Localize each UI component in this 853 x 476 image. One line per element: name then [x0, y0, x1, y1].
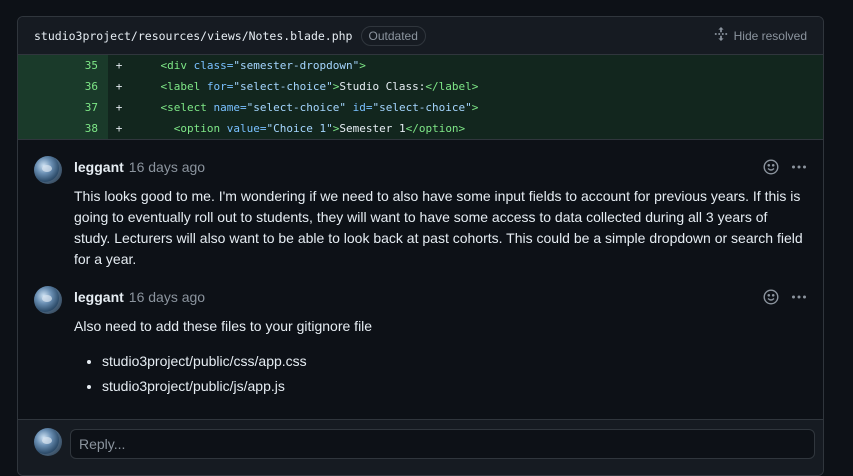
- comment: leggant 16 days ago: [18, 139, 823, 282]
- smiley-icon[interactable]: [763, 289, 779, 305]
- comment-timestamp[interactable]: 16 days ago: [129, 289, 205, 305]
- comment-text: This looks good to me. I'm wondering if …: [74, 188, 803, 267]
- added-sign: +: [115, 122, 123, 135]
- comment-author[interactable]: leggant: [74, 159, 124, 175]
- hide-resolved-button[interactable]: Hide resolved: [714, 27, 807, 44]
- line-number[interactable]: 35: [18, 55, 108, 76]
- comment-body: This looks good to me. I'm wondering if …: [74, 186, 807, 270]
- list-item: studio3project/public/css/app.css: [102, 351, 803, 372]
- code-line: <div class="semester-dropdown">: [160, 59, 366, 72]
- diff-line: 36 + <label for="select-choice">Studio C…: [18, 76, 823, 97]
- comment-body: Also need to add these files to your git…: [74, 316, 807, 397]
- line-number[interactable]: 38: [18, 118, 108, 139]
- comment: leggant 16 days ago: [18, 282, 823, 413]
- kebab-horizontal-icon[interactable]: [791, 159, 807, 175]
- smiley-icon[interactable]: [763, 159, 779, 175]
- list-item: studio3project/public/js/app.js: [102, 376, 803, 397]
- reply-input[interactable]: Reply...: [70, 429, 815, 459]
- avatar: [34, 428, 62, 456]
- diff-line: 35 + <div class="semester-dropdown">: [18, 55, 823, 76]
- line-number[interactable]: 36: [18, 76, 108, 97]
- comment-actions: [763, 289, 807, 305]
- comment-text: Also need to add these files to your git…: [74, 318, 373, 334]
- added-sign: +: [115, 101, 123, 114]
- added-sign: +: [115, 59, 123, 72]
- kebab-horizontal-icon[interactable]: [791, 289, 807, 305]
- comment-author[interactable]: leggant: [74, 289, 124, 305]
- added-sign: +: [115, 80, 123, 93]
- outdated-badge: Outdated: [360, 25, 426, 46]
- line-number[interactable]: 37: [18, 97, 108, 118]
- avatar[interactable]: [34, 156, 62, 184]
- diff-hunk: 35 + <div class="semester-dropdown"> 36 …: [18, 55, 823, 139]
- diff-line: 38 + <option value="Choice 1">Semester 1…: [18, 118, 823, 139]
- avatar[interactable]: [34, 286, 62, 314]
- file-list: studio3project/public/css/app.css studio…: [74, 351, 803, 397]
- code-line: <select name="select-choice" id="select-…: [160, 101, 479, 114]
- comment-actions: [763, 159, 807, 175]
- comment-timestamp[interactable]: 16 days ago: [129, 159, 205, 175]
- code-line: <option value="Choice 1">Semester 1</opt…: [173, 122, 466, 135]
- unfold-icon: [714, 27, 728, 44]
- hide-resolved-label: Hide resolved: [733, 28, 807, 43]
- review-thread: studio3project/resources/views/Notes.bla…: [17, 16, 824, 476]
- file-header: studio3project/resources/views/Notes.bla…: [18, 17, 823, 55]
- comment-header: leggant 16 days ago: [74, 156, 807, 178]
- diff-line: 37 + <select name="select-choice" id="se…: [18, 97, 823, 118]
- code-line: <label for="select-choice">Studio Class:…: [160, 80, 479, 93]
- file-path[interactable]: studio3project/resources/views/Notes.bla…: [34, 29, 353, 43]
- comment-header: leggant 16 days ago: [74, 286, 807, 308]
